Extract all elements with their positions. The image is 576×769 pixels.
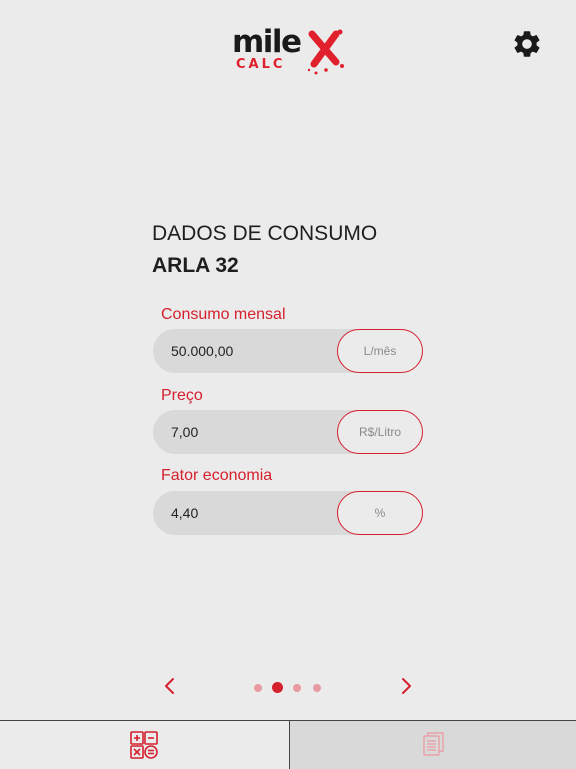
tab-bar xyxy=(0,720,576,769)
logo-subtext: CALC xyxy=(236,57,286,72)
preco-unit-button[interactable]: R$/Litro xyxy=(337,410,423,454)
gear-icon[interactable] xyxy=(511,28,543,60)
report-documents-icon xyxy=(423,732,444,756)
page-dot-1[interactable] xyxy=(254,684,262,692)
preco-field[interactable]: 7,00 R$/Litro xyxy=(153,410,423,454)
fator-economia-label: Fator economia xyxy=(161,467,273,484)
consumo-mensal-unit-button[interactable]: L/mês xyxy=(337,329,423,373)
section-title: ARLA 32 xyxy=(152,254,239,277)
chevron-right-icon[interactable] xyxy=(396,676,416,696)
logo-text: mile xyxy=(232,24,302,60)
consumo-mensal-input[interactable]: 50.000,00 xyxy=(171,329,233,373)
chevron-left-icon[interactable] xyxy=(160,676,180,696)
preco-input[interactable]: 7,00 xyxy=(171,410,198,454)
fator-economia-field[interactable]: 4,40 % xyxy=(153,491,423,535)
consumo-mensal-label: Consumo mensal xyxy=(161,306,286,323)
page-dot-4[interactable] xyxy=(313,684,321,692)
logo-x-mark xyxy=(307,29,344,75)
tab-calculator[interactable] xyxy=(0,721,288,769)
page-dot-3[interactable] xyxy=(293,684,301,692)
milex-calc-logo: mile CALC xyxy=(232,22,344,80)
tab-reports[interactable] xyxy=(289,721,576,769)
section-label: DADOS DE CONSUMO xyxy=(152,222,378,245)
fator-economia-input[interactable]: 4,40 xyxy=(171,491,198,535)
fator-economia-unit-button[interactable]: % xyxy=(337,491,423,535)
page-dot-2[interactable] xyxy=(272,682,283,693)
calculator-icon xyxy=(130,731,158,759)
consumo-mensal-field[interactable]: 50.000,00 L/mês xyxy=(153,329,423,373)
preco-label: Preço xyxy=(161,387,203,404)
